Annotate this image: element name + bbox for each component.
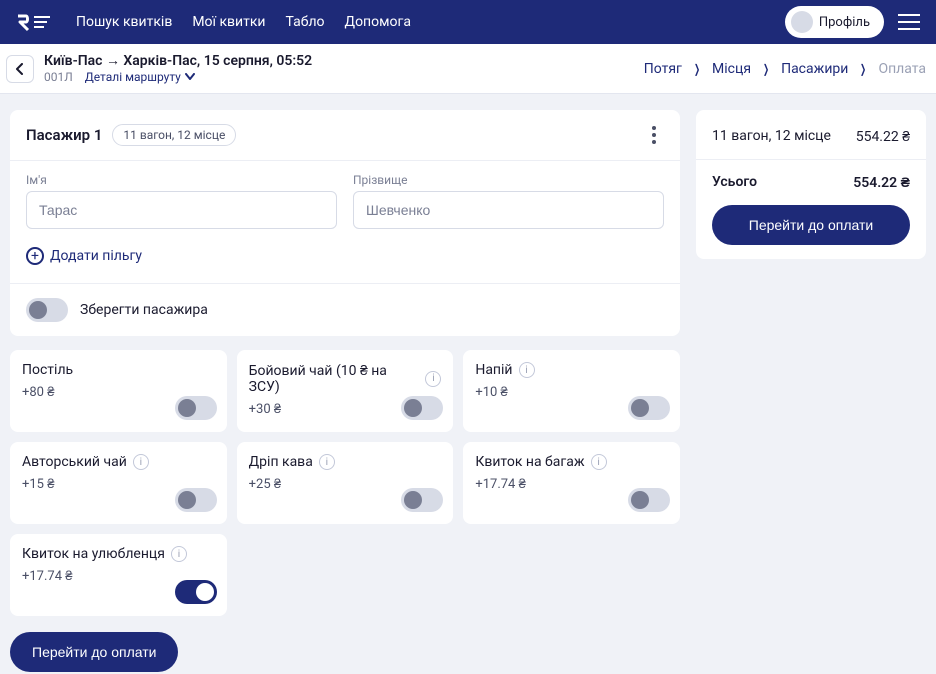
nav-my-tickets[interactable]: Мої квитки	[192, 14, 265, 30]
plus-circle-icon: +	[26, 247, 44, 265]
extra-name: Постіль	[22, 362, 73, 378]
extra-toggle[interactable]	[175, 580, 217, 604]
step-passengers[interactable]: Пасажири	[781, 61, 848, 77]
info-icon[interactable]: i	[519, 362, 535, 378]
step-train[interactable]: Потяг	[644, 61, 682, 77]
extra-name: Бойовий чай (10 ₴ на ЗСУ)	[249, 362, 420, 395]
summary-seat-price: 554.22 ₴	[856, 128, 910, 145]
profile-label: Профіль	[819, 15, 870, 30]
info-icon[interactable]: i	[425, 371, 441, 387]
extra-name: Напій	[475, 362, 512, 378]
uz-logo-icon	[16, 12, 52, 32]
profile-button[interactable]: Профіль	[785, 6, 884, 38]
nav-search-tickets[interactable]: Пошук квитків	[76, 14, 172, 30]
chevron-down-icon	[185, 73, 195, 81]
route-details-label: Деталі маршруту	[85, 70, 181, 84]
add-benefit-label: Додати пільгу	[50, 248, 142, 264]
seat-chip: 11 вагон, 12 місце	[112, 124, 236, 146]
chevron-right-icon: ❯	[763, 62, 769, 76]
route-details-link[interactable]: Деталі маршруту	[85, 70, 195, 84]
train-number: 001Л	[44, 70, 73, 84]
info-icon[interactable]: i	[171, 546, 187, 562]
passenger-card: Пасажир 1 11 вагон, 12 місце Ім'я Прізви…	[10, 110, 680, 336]
extra-toggle[interactable]	[401, 488, 443, 512]
proceed-to-payment-button-bottom[interactable]: Перейти до оплати	[10, 632, 178, 672]
extra-toggle[interactable]	[628, 396, 670, 420]
summary-total-price: 554.22 ₴	[853, 174, 910, 191]
extra-tile: Постіль+80 ₴	[10, 350, 227, 432]
breadcrumb: Потяг ❯ Місця ❯ Пасажири ❯ Оплата	[644, 61, 926, 77]
extra-tile: Бойовий чай (10 ₴ на ЗСУ)i+30 ₴	[237, 350, 454, 432]
extra-toggle[interactable]	[175, 396, 217, 420]
add-benefit-button[interactable]: + Додати пільгу	[26, 247, 142, 265]
uz-logo[interactable]	[16, 12, 52, 32]
extra-toggle[interactable]	[401, 396, 443, 420]
extra-tile: Квиток на улюбленцяi+17.74 ₴	[10, 534, 227, 616]
first-name-input[interactable]	[26, 191, 337, 229]
back-button[interactable]	[6, 55, 34, 83]
info-icon[interactable]: i	[133, 454, 149, 470]
chevron-right-icon: ❯	[694, 62, 700, 76]
save-passenger-label: Зберегти пасажира	[80, 302, 208, 318]
info-icon[interactable]: i	[319, 454, 335, 470]
extra-tile: Авторський чайi+15 ₴	[10, 442, 227, 524]
save-passenger-toggle[interactable]	[26, 298, 68, 322]
info-icon[interactable]: i	[591, 454, 607, 470]
chevron-left-icon	[15, 63, 25, 75]
last-name-input[interactable]	[353, 191, 664, 229]
extra-name: Дріп кава	[249, 454, 313, 470]
top-navbar: Пошук квитків Мої квитки Табло Допомога …	[0, 0, 936, 44]
summary-total-label: Усього	[712, 174, 757, 191]
first-name-label: Ім'я	[26, 173, 337, 187]
passenger-menu-icon[interactable]	[644, 125, 664, 145]
extra-tile: Напійi+10 ₴	[463, 350, 680, 432]
menu-icon[interactable]	[898, 14, 920, 30]
route-title: Київ-Пас → Харків-Пас, 15 серпня, 05:52	[44, 53, 312, 70]
route-block: Київ-Пас → Харків-Пас, 15 серпня, 05:52 …	[44, 53, 312, 84]
nav-help[interactable]: Допомога	[345, 14, 411, 30]
nav-items: Пошук квитків Мої квитки Табло Допомога	[76, 14, 785, 30]
extra-tile: Дріп каваi+25 ₴	[237, 442, 454, 524]
extra-tile: Квиток на багажi+17.74 ₴	[463, 442, 680, 524]
extra-name: Квиток на улюбленця	[22, 546, 165, 562]
last-name-label: Прізвище	[353, 173, 664, 187]
proceed-to-payment-button[interactable]: Перейти до оплати	[712, 205, 910, 245]
avatar-icon	[791, 11, 813, 33]
nav-board[interactable]: Табло	[286, 14, 325, 30]
step-seats[interactable]: Місця	[712, 61, 751, 77]
extra-toggle[interactable]	[628, 488, 670, 512]
extra-name: Квиток на багаж	[475, 454, 584, 470]
summary-card: 11 вагон, 12 місце 554.22 ₴ Усього 554.2…	[696, 110, 926, 259]
step-payment: Оплата	[878, 61, 926, 77]
summary-seat-label: 11 вагон, 12 місце	[712, 128, 831, 145]
extra-toggle[interactable]	[175, 488, 217, 512]
extra-name: Авторський чай	[22, 454, 127, 470]
chevron-right-icon: ❯	[860, 62, 866, 76]
extras-grid: Постіль+80 ₴Бойовий чай (10 ₴ на ЗСУ)i+3…	[10, 350, 680, 616]
passenger-title: Пасажир 1	[26, 126, 102, 144]
trip-subheader: Київ-Пас → Харків-Пас, 15 серпня, 05:52 …	[0, 44, 936, 94]
